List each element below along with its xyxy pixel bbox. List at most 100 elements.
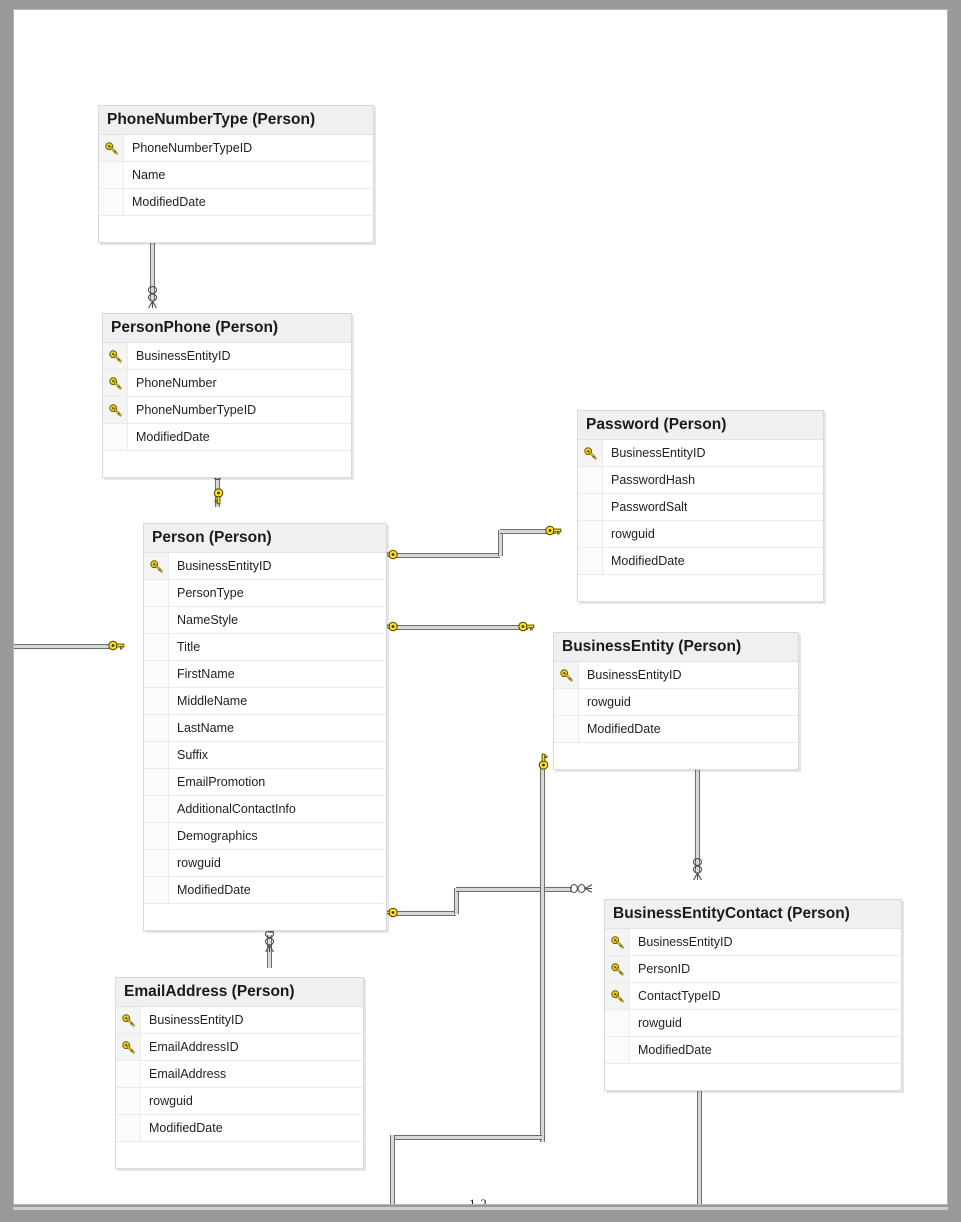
entity-field-list: PhoneNumberTypeID Name ModifiedDate [99,134,373,243]
field-key-cell-empty [144,607,169,634]
entity-table-filler [99,215,373,243]
page-bottom-rule [13,1207,948,1210]
diagram-page: PhoneNumberType (Person) PhoneNumberTypeI… [13,9,948,1205]
field-key-cell-empty [144,715,169,742]
entity-field-row[interactable]: PhoneNumber [103,369,351,397]
field-key-cell-empty [578,548,603,575]
entity-field-row[interactable]: BusinessEntityID [578,439,823,467]
entity-table-personphone[interactable]: PersonPhone (Person) BusinessEntityID Phon… [102,313,352,479]
field-key-cell-empty [103,424,128,451]
connector-person-bec-h1 [396,911,456,916]
entity-field-row[interactable]: rowguid [578,520,823,548]
connector-person-bec-h2 [456,887,572,892]
entity-field-name: rowguid [611,527,655,542]
connector-businessentity-offpage-down [390,1135,395,1204]
key-marker-businessentity-bottom-left [535,753,552,770]
entity-field-row[interactable]: ModifiedDate [103,423,351,451]
entity-field-name: BusinessEntityID [177,559,272,574]
connector-businessentity-offpage-left [540,762,545,1142]
field-key-cell-empty [144,688,169,715]
entity-field-row[interactable]: ModifiedDate [554,715,798,743]
entity-field-row[interactable]: BusinessEntityID [116,1006,363,1034]
entity-field-row[interactable]: BusinessEntityID [605,928,901,956]
connector-person-businessentity [396,625,528,630]
entity-field-list: BusinessEntityID PersonID ContactTypeID row… [605,928,901,1091]
entity-field-name: EmailAddressID [149,1040,239,1055]
entity-field-list: BusinessEntityID PersonType NameStyle Title… [144,552,386,931]
entity-field-name: ModifiedDate [611,554,685,569]
entity-field-row[interactable]: Name [99,161,373,189]
entity-table-filler [554,742,798,770]
entity-field-row[interactable]: BusinessEntityID [103,342,351,370]
entity-field-row[interactable]: EmailAddress [116,1060,363,1088]
entity-field-row[interactable]: ModifiedDate [116,1114,363,1142]
entity-field-row[interactable]: rowguid [144,849,386,877]
primary-key-icon [605,983,630,1010]
entity-field-row[interactable]: LastName [144,714,386,742]
field-key-cell-empty [144,580,169,607]
entity-field-row[interactable]: BusinessEntityID [144,552,386,580]
entity-field-name: ModifiedDate [177,883,251,898]
entity-table-filler [103,450,351,478]
entity-table-emailaddress[interactable]: EmailAddress (Person) BusinessEntityID Ema… [115,977,364,1170]
entity-field-row[interactable]: PasswordHash [578,466,823,494]
entity-field-row[interactable]: PersonType [144,579,386,607]
entity-field-row[interactable]: rowguid [554,688,798,716]
field-key-cell-empty [144,850,169,877]
entity-field-row[interactable]: EmailAddressID [116,1033,363,1061]
entity-field-name: BusinessEntityID [587,668,682,683]
field-key-cell-empty [144,634,169,661]
entity-field-row[interactable]: BusinessEntityID [554,661,798,689]
entity-field-name: Demographics [177,829,258,844]
entity-table-phonenumbertype[interactable]: PhoneNumberType (Person) PhoneNumberTypeI… [98,105,374,244]
field-key-cell-empty [554,689,579,716]
entity-field-row[interactable]: AdditionalContactInfo [144,795,386,823]
key-marker-person-offpage-left [108,639,125,652]
entity-field-row[interactable]: ModifiedDate [605,1036,901,1064]
primary-key-icon [103,370,128,397]
entity-field-row[interactable]: PasswordSalt [578,493,823,521]
entity-table-title: PersonPhone (Person) [103,314,351,343]
entity-field-list: BusinessEntityID PasswordHash PasswordSalt… [578,439,823,602]
entity-field-name: ModifiedDate [136,430,210,445]
primary-key-icon [605,929,630,956]
entity-field-name: rowguid [638,1016,682,1031]
entity-field-name: NameStyle [177,613,239,628]
entity-field-row[interactable]: ModifiedDate [99,188,373,216]
entity-table-businessentitycontact[interactable]: BusinessEntityContact (Person) BusinessEn… [604,899,902,1092]
entity-field-row[interactable]: rowguid [605,1009,901,1037]
entity-field-row[interactable]: ModifiedDate [578,547,823,575]
entity-field-name: BusinessEntityID [638,935,733,950]
key-marker-businessentity-left [518,620,535,633]
entity-table-businessentity[interactable]: BusinessEntity (Person) BusinessEntityID r… [553,632,799,771]
diagram-canvas: PhoneNumberType (Person) PhoneNumberTypeI… [0,0,961,1222]
field-key-cell-empty [116,1088,141,1115]
entity-field-row[interactable]: FirstName [144,660,386,688]
entity-field-row[interactable]: MiddleName [144,687,386,715]
entity-table-title: Person (Person) [144,524,386,553]
entity-field-row[interactable]: PhoneNumberTypeID [103,396,351,424]
field-key-cell-empty [144,742,169,769]
entity-field-row[interactable]: ContactTypeID [605,982,901,1010]
entity-field-row[interactable]: rowguid [116,1087,363,1115]
entity-field-row[interactable]: Suffix [144,741,386,769]
connector-businessentity-offpage-h [392,1135,542,1140]
key-marker-person-top [210,488,227,505]
entity-field-row[interactable]: PersonID [605,955,901,983]
entity-field-name: ModifiedDate [587,722,661,737]
field-key-cell-empty [144,796,169,823]
entity-field-row[interactable]: Demographics [144,822,386,850]
entity-field-row[interactable]: PhoneNumberTypeID [99,134,373,162]
crowfoot-marker-personphone-top [146,286,159,308]
field-key-cell-empty [144,823,169,850]
entity-table-password[interactable]: Password (Person) BusinessEntityID Passwor… [577,410,824,603]
entity-field-row[interactable]: ModifiedDate [144,876,386,904]
entity-field-name: EmailAddress [149,1067,227,1082]
entity-field-name: rowguid [587,695,631,710]
entity-field-name: BusinessEntityID [136,349,231,364]
entity-field-row[interactable]: Title [144,633,386,661]
entity-field-row[interactable]: EmailPromotion [144,768,386,796]
entity-table-title: PhoneNumberType (Person) [99,106,373,135]
entity-field-row[interactable]: NameStyle [144,606,386,634]
entity-table-person[interactable]: Person (Person) BusinessEntityID PersonTyp… [143,523,387,932]
